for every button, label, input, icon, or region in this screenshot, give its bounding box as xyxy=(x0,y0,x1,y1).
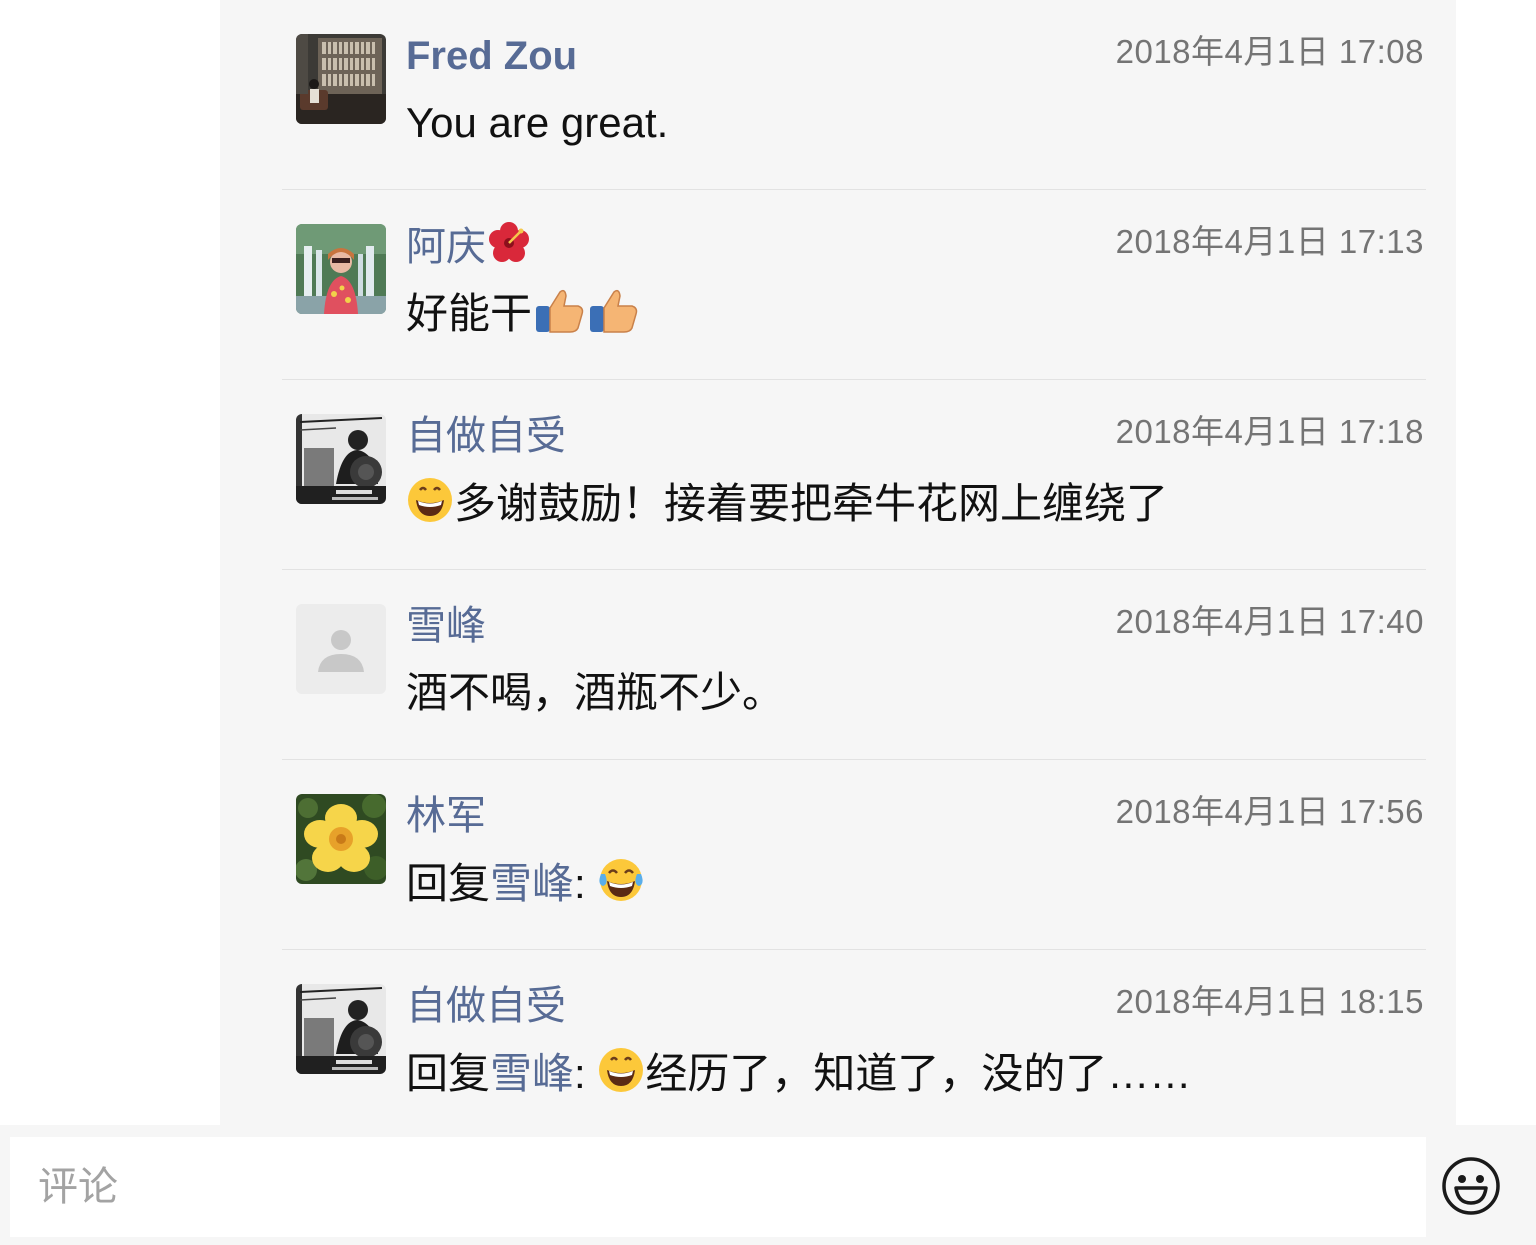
grinning-face-icon xyxy=(597,1046,645,1094)
comment-author[interactable]: Fred Zou xyxy=(406,30,577,82)
comment-text: 回复雪峰: xyxy=(406,856,645,911)
yellow-flower-avatar[interactable] xyxy=(296,794,386,884)
bw-photo-avatar[interactable] xyxy=(296,414,386,504)
comment-time: 2018年4月1日 17:13 xyxy=(1115,223,1424,260)
comment-text: 酒不喝，酒瓶不少。 xyxy=(406,666,784,720)
comment-text-body: 酒不喝，酒瓶不少。 xyxy=(406,669,785,716)
smiley-icon[interactable] xyxy=(1440,1155,1502,1217)
reply-colon: : xyxy=(574,860,586,907)
reply-to-name[interactable]: 雪峰 xyxy=(490,1050,574,1097)
comment-text: 回复雪峰: 经历了，知道了，没的了…… xyxy=(406,1046,1191,1101)
comment-item: 林军 2018年4月1日 17:56 回复雪峰: xyxy=(282,760,1426,950)
comment-time: 2018年4月1日 18:15 xyxy=(1115,983,1424,1020)
comment-input[interactable] xyxy=(10,1137,1426,1237)
grinning-face-icon xyxy=(406,476,454,524)
comment-author[interactable]: 自做自受 xyxy=(406,410,566,462)
comment-item: 雪峰 2018年4月1日 17:40 酒不喝，酒瓶不少。 xyxy=(282,570,1426,760)
comment-time: 2018年4月1日 17:08 xyxy=(1115,33,1424,70)
comment-text: 多谢鼓励！接着要把牵牛花网上缠绕了 xyxy=(406,476,1168,531)
reply-colon: : xyxy=(574,1050,586,1097)
comment-author[interactable]: 雪峰 xyxy=(406,600,486,652)
comment-text-body: 经历了，知道了，没的了…… xyxy=(645,1050,1192,1097)
hibiscus-icon xyxy=(486,220,532,266)
bw-photo-avatar[interactable] xyxy=(296,984,386,1074)
comment-input-bar xyxy=(0,1125,1536,1245)
comment-item: 自做自受 2018年4月1日 18:15 回复雪峰: 经历了，知道了，没的了…… xyxy=(282,950,1426,1140)
default-person-avatar[interactable] xyxy=(296,604,386,694)
reply-to-name[interactable]: 雪峰 xyxy=(490,860,574,907)
comment-text: 好能干 xyxy=(406,286,640,341)
comment-time: 2018年4月1日 17:18 xyxy=(1115,413,1424,450)
waterfall-portrait-avatar[interactable] xyxy=(296,224,386,314)
comment-item: Fred Zou 2018年4月1日 17:08 You are great. xyxy=(282,0,1426,190)
comment-text: You are great. xyxy=(406,96,668,150)
comment-item: 阿庆 2018年4月1日 17:13 好能干 xyxy=(282,190,1426,380)
comment-text-body: 多谢鼓励！接着要把牵牛花网上缠绕了 xyxy=(454,480,1169,527)
comment-time: 2018年4月1日 17:40 xyxy=(1115,603,1424,640)
comment-text-body: 好能干 xyxy=(406,290,533,337)
thumbs-up-icon xyxy=(532,286,586,334)
tears-of-joy-icon xyxy=(597,856,645,904)
library-photo-avatar[interactable] xyxy=(296,34,386,124)
comment-text-body: You are great. xyxy=(406,99,669,146)
comment-author[interactable]: 阿庆 xyxy=(406,220,532,273)
comment-author[interactable]: 自做自受 xyxy=(406,980,566,1032)
comment-time: 2018年4月1日 17:56 xyxy=(1115,793,1424,830)
comment-author[interactable]: 林军 xyxy=(406,790,486,842)
comments-panel: Fred Zou 2018年4月1日 17:08 You are great. … xyxy=(220,0,1456,1125)
reply-prefix: 回复 xyxy=(406,1050,491,1097)
thumbs-up-icon xyxy=(586,286,640,334)
reply-prefix: 回复 xyxy=(406,860,491,907)
comment-item: 自做自受 2018年4月1日 17:18 多谢鼓励！接着要把牵牛花网上缠绕了 xyxy=(282,380,1426,570)
comment-author-name: 阿庆 xyxy=(406,225,486,269)
